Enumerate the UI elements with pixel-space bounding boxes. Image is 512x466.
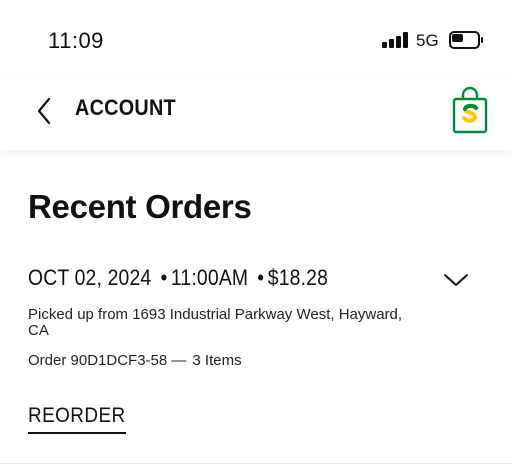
battery-level xyxy=(452,34,463,42)
bag-button[interactable] xyxy=(450,86,490,134)
subway-bag-icon xyxy=(452,86,488,134)
reorder-button[interactable]: REORDER xyxy=(28,404,126,434)
order-summary: OCT 02, 2024 • 11:00AM • $18.28 xyxy=(28,265,328,291)
separator-dot: • xyxy=(160,265,168,290)
divider xyxy=(0,463,512,464)
order-header[interactable]: OCT 02, 2024 • 11:00AM • $18.28 xyxy=(28,265,488,297)
page-title: Recent Orders xyxy=(28,188,252,225)
order-time: 11:00AM xyxy=(170,265,249,290)
page-header-title: ACCOUNT xyxy=(75,95,176,120)
back-button[interactable] xyxy=(30,94,58,128)
order-date: OCT 02, 2024 xyxy=(28,265,152,290)
order-total: $18.28 xyxy=(267,265,329,290)
expand-order-button[interactable] xyxy=(442,269,470,291)
chevron-down-icon xyxy=(444,274,468,286)
order-id: Order 90D1DCF3-58 — xyxy=(28,352,187,369)
separator-dot: • xyxy=(257,265,265,290)
chevron-left-icon xyxy=(37,97,51,125)
battery-icon xyxy=(449,31,483,49)
order-details: Order 90D1DCF3-58 — 3 Items xyxy=(28,352,488,369)
network-type: 5G xyxy=(416,31,439,50)
pickup-location: Picked up from 1693 Industrial Parkway W… xyxy=(28,306,403,339)
nav-bar: ACCOUNT xyxy=(0,80,512,150)
order-card: OCT 02, 2024 • 11:00AM • $18.28 Picked up … xyxy=(28,265,488,434)
status-time: 11:09 xyxy=(48,28,104,53)
status-bar: 11:09 5G xyxy=(0,0,512,80)
cellular-signal-icon xyxy=(382,32,410,48)
item-count: 3 Items xyxy=(192,352,242,369)
